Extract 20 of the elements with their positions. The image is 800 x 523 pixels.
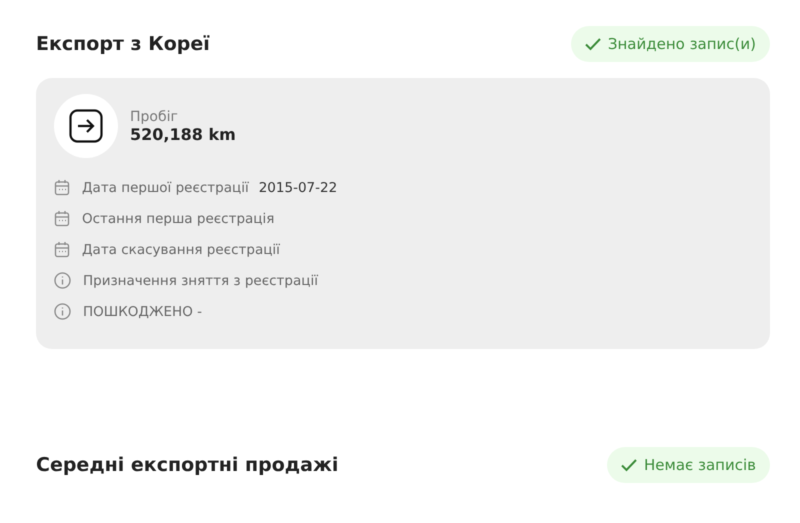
arrow-right-icon [69, 109, 103, 143]
calendar-icon [54, 179, 70, 196]
info-icon [54, 303, 71, 320]
info-icon [54, 272, 71, 289]
field-label: Дата першої реєстрації [82, 180, 249, 196]
field-label: ПОШКОДЖЕНО - [83, 304, 202, 320]
field-label: Дата скасування реєстрації [82, 242, 280, 258]
check-icon [621, 458, 637, 472]
mileage-value: 520,188 km [130, 124, 236, 144]
calendar-icon [54, 241, 70, 258]
section-title: Середні експортні продажі [36, 454, 338, 476]
status-label: Немає записів [644, 456, 756, 474]
status-label: Знайдено запис(и) [608, 35, 756, 53]
mileage-label: Пробіг [130, 108, 179, 124]
section-title: Експорт з Кореї [36, 33, 210, 55]
field-value: 2015-07-22 [258, 180, 338, 196]
field-label: Призначення зняття з реєстрації [83, 272, 318, 288]
check-icon [584, 37, 601, 51]
field-label: Остання перша реєстрація [82, 210, 274, 226]
calendar-icon [54, 210, 70, 227]
